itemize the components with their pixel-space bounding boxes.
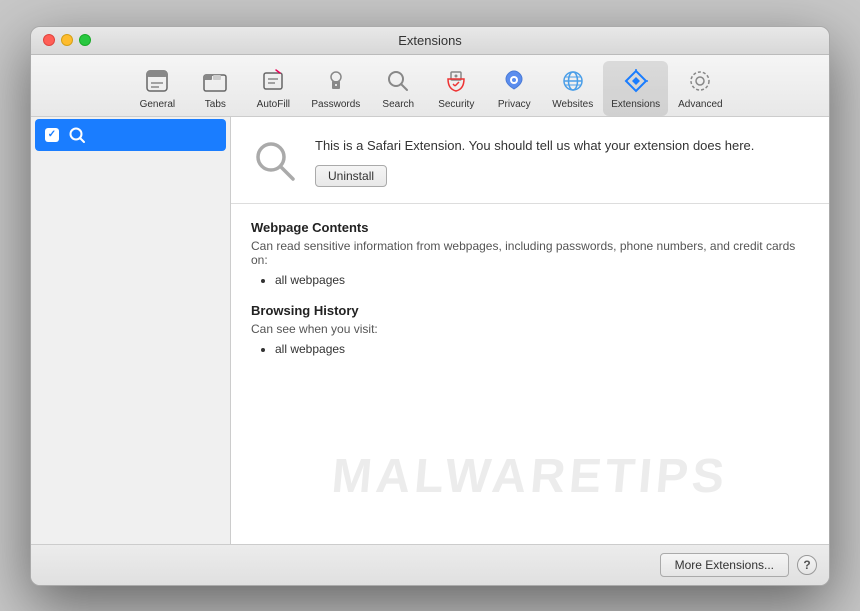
detail-panel: MALWARETIPS This is a Safari Extension. …	[231, 117, 829, 544]
tabs-label: Tabs	[205, 99, 226, 110]
window-title: Extensions	[398, 33, 462, 48]
maximize-button[interactable]	[79, 34, 91, 46]
extension-sidebar-icon	[67, 125, 87, 145]
extension-icon	[251, 137, 299, 185]
passwords-icon	[320, 65, 352, 97]
extensions-icon	[620, 65, 652, 97]
toolbar-item-security[interactable]: Security	[428, 61, 484, 116]
toolbar-item-general[interactable]: General	[129, 61, 185, 116]
sidebar: ✓	[31, 117, 231, 544]
minimize-button[interactable]	[61, 34, 73, 46]
toolbar: General Tabs AutoFill	[31, 55, 829, 117]
autofill-label: AutoFill	[257, 99, 290, 110]
extension-header: This is a Safari Extension. You should t…	[231, 117, 829, 204]
more-extensions-button[interactable]: More Extensions...	[660, 553, 789, 577]
privacy-icon	[498, 65, 530, 97]
browsing-history-list: all webpages	[251, 342, 809, 356]
websites-icon	[557, 65, 589, 97]
webpage-contents-list: all webpages	[251, 273, 809, 287]
extension-checkbox[interactable]: ✓	[45, 128, 59, 142]
security-icon	[440, 65, 472, 97]
browsing-history-title: Browsing History	[251, 303, 809, 318]
general-icon	[141, 65, 173, 97]
extensions-label: Extensions	[611, 99, 660, 110]
tabs-icon	[199, 65, 231, 97]
toolbar-item-passwords[interactable]: Passwords	[303, 61, 368, 116]
permission-group-webpage: Webpage Contents Can read sensitive info…	[251, 220, 809, 287]
webpage-contents-item: all webpages	[275, 273, 809, 287]
close-button[interactable]	[43, 34, 55, 46]
permission-group-browsing: Browsing History Can see when you visit:…	[251, 303, 809, 356]
general-label: General	[140, 99, 176, 110]
advanced-label: Advanced	[678, 99, 722, 110]
toolbar-item-advanced[interactable]: Advanced	[670, 61, 730, 116]
security-label: Security	[438, 99, 474, 110]
help-button[interactable]: ?	[797, 555, 817, 575]
websites-label: Websites	[552, 99, 593, 110]
toolbar-item-tabs[interactable]: Tabs	[187, 61, 243, 116]
uninstall-button[interactable]: Uninstall	[315, 165, 387, 187]
webpage-contents-title: Webpage Contents	[251, 220, 809, 235]
toolbar-item-autofill[interactable]: AutoFill	[245, 61, 301, 116]
extension-info: This is a Safari Extension. You should t…	[315, 137, 809, 187]
privacy-label: Privacy	[498, 99, 531, 110]
passwords-label: Passwords	[311, 99, 360, 110]
autofill-icon	[257, 65, 289, 97]
browsing-history-desc: Can see when you visit:	[251, 322, 809, 336]
sidebar-item-search-ext[interactable]: ✓	[35, 119, 226, 151]
traffic-lights	[43, 34, 91, 46]
search-label: Search	[382, 99, 414, 110]
toolbar-item-privacy[interactable]: Privacy	[486, 61, 542, 116]
extension-description: This is a Safari Extension. You should t…	[315, 137, 809, 155]
toolbar-item-extensions[interactable]: Extensions	[603, 61, 668, 116]
permissions-section: Webpage Contents Can read sensitive info…	[231, 204, 829, 544]
browsing-history-item: all webpages	[275, 342, 809, 356]
search-toolbar-icon	[382, 65, 414, 97]
advanced-icon	[684, 65, 716, 97]
toolbar-item-websites[interactable]: Websites	[544, 61, 601, 116]
toolbar-item-search[interactable]: Search	[370, 61, 426, 116]
webpage-contents-desc: Can read sensitive information from webp…	[251, 239, 809, 267]
safari-preferences-window: Extensions General T	[30, 26, 830, 586]
title-bar: Extensions	[31, 27, 829, 55]
checkmark-icon: ✓	[48, 129, 56, 140]
main-content: ✓ MALWARETIPS	[31, 117, 829, 544]
footer: More Extensions... ?	[31, 544, 829, 585]
